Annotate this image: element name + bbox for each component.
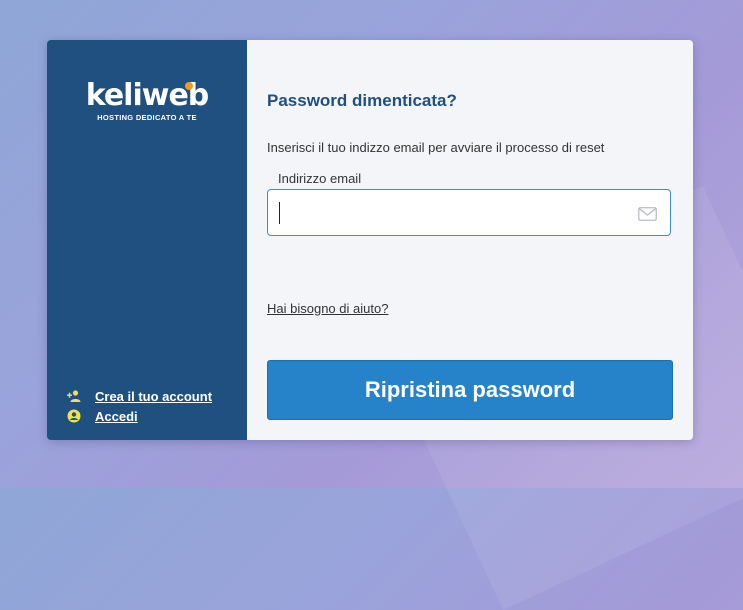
logo-dot <box>184 82 193 90</box>
help-link[interactable]: Hai bisogno di aiuto? <box>267 301 388 316</box>
page-title: Password dimenticata? <box>267 91 457 110</box>
create-account-link[interactable]: Crea il tuo account <box>95 389 212 404</box>
logo-tagline: HOSTING DEDICATO A TE <box>97 113 197 122</box>
login-link[interactable]: Accedi <box>95 409 138 424</box>
login-link-row[interactable]: Accedi <box>67 406 212 426</box>
form-description: Inserisci il tuo indizzo email per avvia… <box>267 140 605 155</box>
brand-logo: keliweb HOSTING DEDICATO A TE <box>81 80 213 123</box>
sidebar: keliweb HOSTING DEDICATO A TE Crea il tu… <box>47 40 247 440</box>
reset-card: keliweb HOSTING DEDICATO A TE Crea il tu… <box>47 40 693 440</box>
email-field-label: Indirizzo email <box>278 171 362 186</box>
create-account-link-row[interactable]: Crea il tuo account <box>67 386 212 406</box>
form-panel: Password dimenticata? Inserisci il tuo i… <box>247 40 693 440</box>
email-field-wrapper[interactable] <box>267 189 671 236</box>
logo-wordmark: keliweb <box>86 80 210 112</box>
reset-password-button[interactable]: Ripristina password <box>267 360 673 420</box>
sidebar-links: Crea il tuo account Accedi <box>67 386 212 426</box>
mail-icon <box>638 207 657 221</box>
add-user-icon <box>67 390 81 402</box>
email-field[interactable] <box>268 190 628 235</box>
user-circle-icon <box>67 409 81 423</box>
text-cursor <box>279 202 280 224</box>
